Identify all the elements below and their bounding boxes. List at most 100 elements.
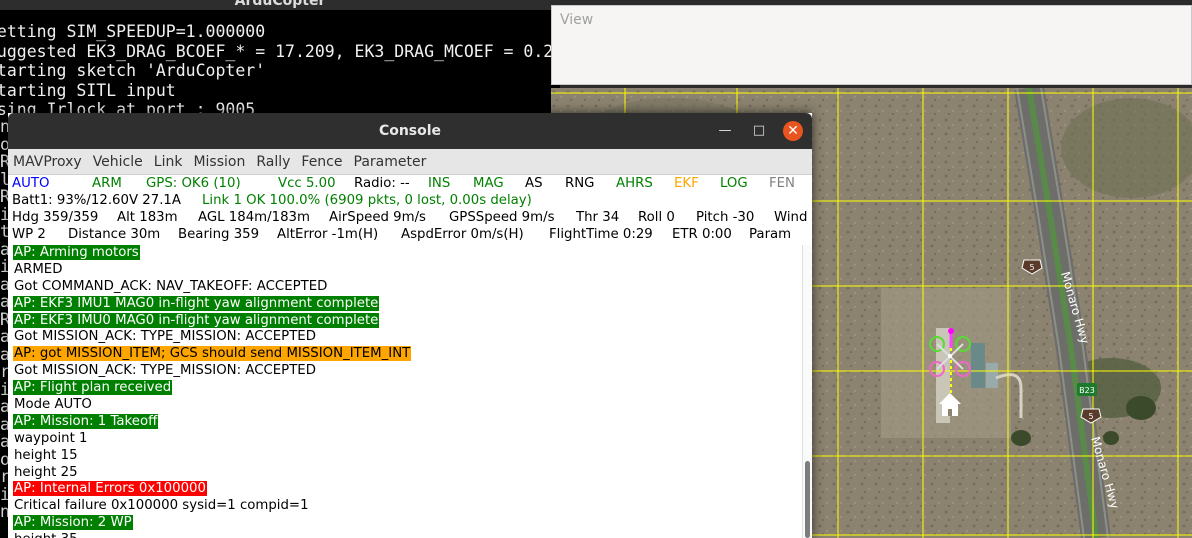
log-entry-text: Got MISSION_ACK: TYPE_MISSION: ACCEPTED [14,329,316,345]
svg-text:5: 5 [1029,263,1034,272]
menu-link[interactable]: Link [154,154,183,170]
log-scrollbar-thumb[interactable] [805,461,810,538]
log-entry: AP: Flight plan received [8,380,802,397]
tree [1126,396,1156,420]
minimize-button[interactable]: — [715,121,735,141]
log-entry-text: AP: Mission: 1 Takeoff [13,413,159,429]
log-entry: AP: EKF3 IMU0 MAG0 in-flight yaw alignme… [8,312,802,330]
status-aspd-error: AspdError 0m/s(H) [401,227,524,242]
status-alt: Alt 183m [117,210,178,225]
console-menubar: MAVProxy Vehicle Link Mission Rally Fenc… [8,149,812,175]
status-mag: MAG [473,176,504,191]
status-battery: Batt1: 93%/12.60V 27.1A [12,193,181,208]
status-wind: Wind [774,210,808,225]
status-link: Link 1 OK 100.0% (6909 pkts, 0 lost, 0.0… [202,193,532,208]
status-fen: FEN [769,176,795,191]
log-entry: ARMED [8,262,802,279]
status-vcc: Vcc 5.00 [278,176,336,191]
status-ins: INS [428,176,451,191]
status-row-flags: AUTO ARM GPS: OK6 (10) Vcc 5.00 Radio: -… [8,175,812,192]
log-entry-text: AP: Internal Errors 0x100000 [13,481,207,497]
log-scrollbar[interactable] [802,245,812,538]
status-alt-error: AltError -1m(H) [277,227,379,242]
status-as: AS [525,176,543,191]
terminal-titlebar[interactable]: ArduCopter [0,0,560,10]
menu-mavproxy[interactable]: MAVProxy [13,154,82,170]
menu-view[interactable]: View [560,12,593,28]
log-entry: AP: Mission: 2 WP [8,515,802,532]
status-gpsspeed: GPSSpeed 9m/s [449,210,555,225]
console-title: Console [378,123,442,139]
status-flight-time: FlightTime 0:29 [549,227,653,242]
status-roll: Roll 0 [638,210,675,225]
log-entry: AP: Arming motors [8,245,802,262]
menu-fence[interactable]: Fence [301,154,342,170]
log-entry-text: AP: got MISSION_ITEM; GCS should send MI… [13,346,412,362]
log-entry-text: height 35 [13,532,79,538]
log-entry: Got COMMAND_ACK: NAV_TAKEOFF: ACCEPTED [8,279,802,296]
status-airspeed: AirSpeed 9m/s [329,210,426,225]
status-waypoint: WP 2 [12,227,46,242]
close-button[interactable]: ✕ [783,121,803,141]
svg-text:5: 5 [1088,412,1093,421]
log-entry: AP: got MISSION_ITEM; GCS should send MI… [8,346,802,363]
status-row-attitude: Hdg 359/359 Alt 183m AGL 184m/183m AirSp… [8,209,812,226]
terminal-line: Suggested EK3_DRAG_BCOEF_* = 17.209, EK3… [0,41,560,61]
log-entry: height 35 [8,532,802,538]
log-entry-text: Got MISSION_ACK: TYPE_MISSION: ACCEPTED [14,363,316,379]
status-ahrs: AHRS [616,176,653,191]
log-entry-text: AP: EKF3 IMU0 MAG0 in-flight yaw alignme… [13,312,380,328]
status-log: LOG [720,176,748,191]
log-entry: height 25 [8,465,802,482]
menu-rally[interactable]: Rally [256,154,290,170]
log-entry: Mode AUTO [8,397,802,414]
status-gps: GPS: OK6 (10) [146,176,241,191]
status-distance: Distance 30m [68,227,161,242]
waypoint-marker[interactable] [948,328,954,334]
maximize-button[interactable]: □ [749,121,769,141]
building [971,343,985,388]
status-throttle: Thr 34 [576,210,620,225]
tree [1103,431,1119,445]
status-pitch: Pitch -30 [696,210,755,225]
terminal-line: Starting SITL input [0,80,176,100]
log-entry: AP: Internal Errors 0x100000 [8,481,802,498]
building [986,363,998,388]
tree [1011,430,1031,446]
status-param: Param [749,227,792,242]
status-etr: ETR 0:00 [672,227,732,242]
menu-vehicle[interactable]: Vehicle [93,154,143,170]
status-arm: ARM [92,176,122,191]
log-entry-text: waypoint 1 [14,430,88,446]
log-entry: Got MISSION_ACK: TYPE_MISSION: ACCEPTED [8,329,802,346]
console-log[interactable]: AP: Arming motors ARMED Got COMMAND_ACK: N… [8,245,802,538]
map-menubar: View [551,5,1192,85]
log-entry-text: AP: Mission: 2 WP [13,515,133,531]
console-window: Console — □ ✕ MAVProxy Vehicle Link Miss… [8,113,812,538]
status-bearing: Bearing 359 [178,227,260,242]
terminal-title: ArduCopter [234,0,326,9]
log-entry: waypoint 1 [8,431,802,448]
status-row-navigation: WP 2 Distance 30m Bearing 359 AltError -… [8,226,812,243]
status-rng: RNG [565,176,595,191]
log-entry-text: ARMED [14,261,63,277]
log-entry-text: AP: EKF3 IMU1 MAG0 in-flight yaw alignme… [13,295,380,311]
log-entry-text: height 15 [14,447,78,463]
log-entry: AP: EKF3 IMU1 MAG0 in-flight yaw alignme… [8,295,802,313]
status-agl: AGL 184m/183m [198,210,310,225]
status-heading: Hdg 359/359 [12,210,99,225]
log-entry: AP: Mission: 1 Takeoff [8,413,802,431]
status-radio: Radio: -- [354,176,410,191]
log-entry-text: height 25 [14,464,78,480]
terminal-line: Starting sketch 'ArduCopter' [0,61,266,80]
log-entry: height 15 [8,448,802,465]
status-row-battery: Batt1: 93%/12.60V 27.1A Link 1 OK 100.0%… [8,192,812,209]
log-entry-text: Got COMMAND_ACK: NAV_TAKEOFF: ACCEPTED [14,278,328,294]
route-shield-b23: B23 [1077,383,1097,396]
log-entry-text: Mode AUTO [14,397,92,413]
svg-text:B23: B23 [1079,386,1095,395]
menu-mission[interactable]: Mission [193,154,245,170]
menu-parameter[interactable]: Parameter [354,154,427,170]
console-titlebar[interactable]: Console — □ ✕ [8,113,812,149]
status-ekf: EKF [674,176,699,191]
